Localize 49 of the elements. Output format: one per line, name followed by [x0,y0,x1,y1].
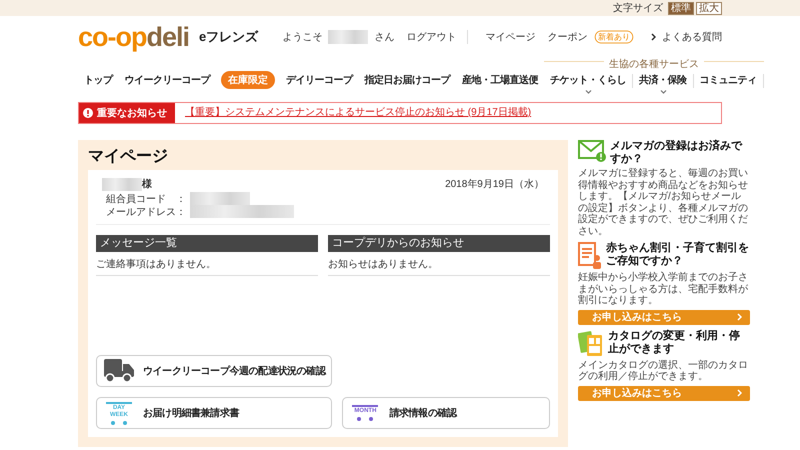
empty-message: お知らせはありません。 [328,259,438,270]
promo-title: 赤ちゃん割引・子育て割引をご存知ですか？ [606,242,750,268]
nav-item[interactable]: ウイークリーコープ [118,68,216,94]
new-badge: 新着あり [595,30,634,44]
nav-item[interactable]: 共済・保険 [633,68,692,94]
welcome-text: さん [374,31,394,44]
chevron-icon [737,389,742,397]
nav-item[interactable]: デイリーコープ [280,68,358,94]
chevron-icon [651,33,656,41]
alert-icon [83,108,93,118]
section-label: 生協の各種サービス [604,59,704,70]
notice-title: 重要なお知らせ [97,106,167,120]
empty-message: ご連絡事項はありません。 [96,259,216,270]
header-link[interactable]: ログアウト [406,30,456,44]
notice-link[interactable]: 【重要】システムメンテナンスによるサービス停止のお知らせ (9月17日掲載) [175,103,532,123]
nav-item[interactable]: チケット・くらし [544,68,632,94]
page-title: マイページ [88,147,169,167]
section-header: コープデリからのお知らせ [328,235,550,252]
nav-item[interactable]: トップ [78,68,118,94]
field-label: メールアドレス： [106,206,187,218]
envelope-icon [578,140,606,162]
blurred-block [102,178,142,190]
field-label: 組合員コード ： [106,192,187,206]
promo-text: メルマガに登録すると、毎週のお買い得情報やおすすめ商品などをお知らせします。【メルマガ/お知らせメールの設定】ボタンより、各種メルマガの設定ができますので、ぜひご利用ください。 [578,168,749,237]
logo[interactable]: co-opdeli [78,22,190,52]
honorific-text: 様 [142,178,152,191]
document-person-icon [578,242,602,270]
promo-text: 妊娠中から小学校入学前までのお子さまがいらっしゃる方は、宅配手数料が割引になります。 [578,272,749,306]
blurred-block [328,30,368,44]
welcome-text: ようこそ [282,31,322,44]
nav-item[interactable]: コミュニティ [694,68,762,94]
promo-text: メインカタログの選択、一部のカタログの利用／停止ができます。 [578,360,749,382]
text-size-button[interactable]: 標準 [668,2,694,14]
header-link[interactable]: クーポン [547,30,588,44]
section-header: メッセージ一覧 [96,235,318,252]
text-size-button[interactable]: 拡大 [696,2,722,14]
catalog-icon [578,330,604,358]
promo-title: メルマガの登録はお済みですか？ [610,140,744,166]
faq-link[interactable]: よくある質問 [662,30,722,44]
site-subtitle: eフレンズ [199,28,258,46]
nav-item[interactable]: 産地・工場直送便 [456,68,544,94]
chevron-icon [737,313,742,321]
header-link[interactable]: マイページ [485,30,536,44]
promo-title: カタログの変更・利用・停止ができます [608,330,741,356]
date-text: 2018年9月19日（水） [445,178,544,191]
nav-item[interactable]: 指定日お届けコープ [358,68,456,94]
action-button[interactable]: ウイークリーコープ今週の配達状況の確認 [96,355,332,387]
truck-icon [104,359,134,383]
text-size-label: 文字サイズ [613,2,663,15]
